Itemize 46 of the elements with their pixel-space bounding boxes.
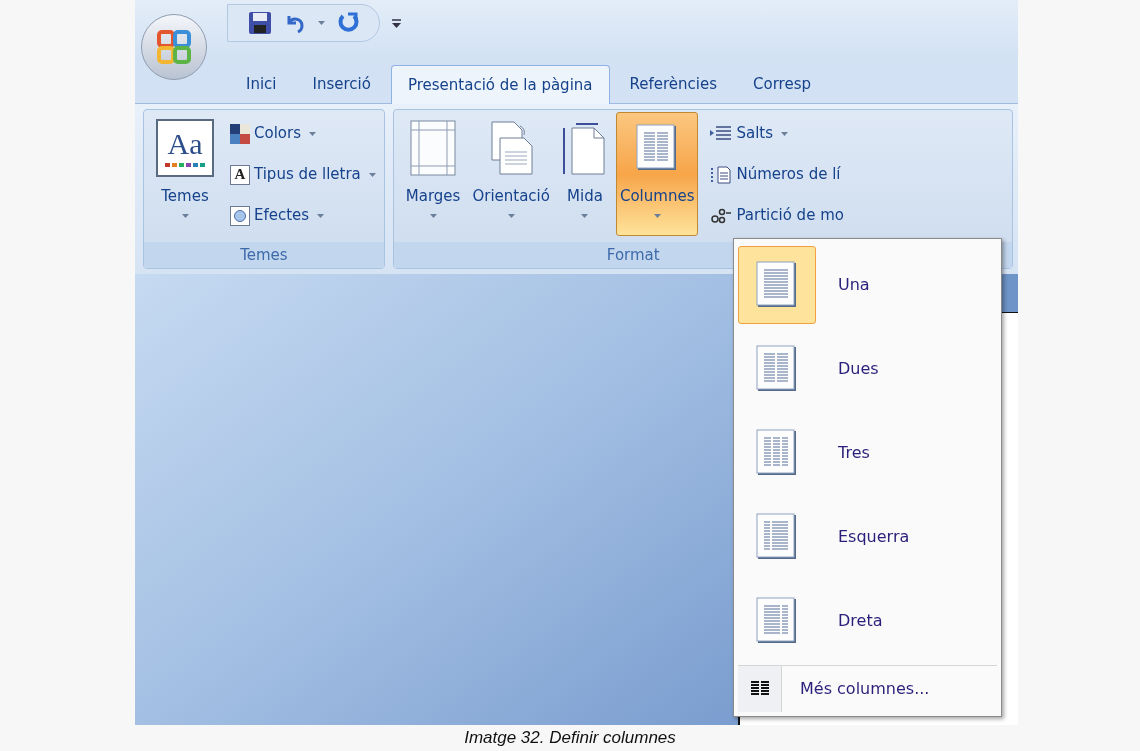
small-ribbon-button[interactable]: Efectes: [230, 198, 376, 233]
color-squares-icon: [230, 123, 250, 144]
page-break-icon: [710, 124, 733, 143]
small-ribbon-button[interactable]: A Tipus de lletra: [230, 157, 376, 192]
column-layout-icon: [756, 597, 798, 645]
columns-icon: [750, 681, 769, 697]
column-layout-icon: [636, 124, 679, 172]
large-ribbon-button[interactable]: Columnes: [615, 112, 699, 236]
redo-icon[interactable]: [337, 12, 359, 34]
caret-icon: [318, 21, 325, 25]
small-ribbon-button[interactable]: Salts: [710, 116, 844, 151]
small-ribbon-button[interactable]: Números de lí: [710, 157, 844, 192]
menu-item[interactable]: Dues: [738, 327, 997, 411]
office-logo-icon: [157, 30, 191, 64]
large-ribbon-button[interactable]: Marges: [401, 112, 465, 236]
ribbon-tab[interactable]: Inserció: [296, 65, 387, 103]
ribbon-tab[interactable]: Referències: [613, 65, 734, 103]
group-label: Format: [606, 244, 660, 266]
group-label: Temes: [240, 244, 288, 266]
page-size-icon: [561, 120, 608, 176]
column-layout-icon: [756, 429, 798, 477]
ribbon-tab[interactable]: Inici: [230, 65, 293, 103]
menu-item[interactable]: Esquerra: [738, 495, 997, 579]
ribbon-tab[interactable]: Presentació de la pàgina: [390, 65, 610, 104]
more-columns-menu-item[interactable]: Més columnes...: [782, 666, 997, 712]
column-layout-icon: [756, 513, 798, 561]
small-ribbon-button[interactable]: Colors: [230, 116, 376, 151]
save-icon[interactable]: [248, 11, 272, 35]
customize-toolbar-icon[interactable]: [392, 18, 401, 28]
hyphenation-icon: [710, 206, 733, 225]
menu-item[interactable]: Una: [738, 243, 997, 327]
large-ribbon-button[interactable]: Aa Temes: [152, 112, 218, 236]
figure-caption: Imatge 32. Definir columnes: [464, 727, 676, 749]
pages-icon: [488, 120, 535, 176]
font-icon: A: [230, 164, 250, 185]
column-layout-icon: [756, 345, 798, 393]
ribbon-tab[interactable]: Corresp: [737, 65, 827, 103]
line-numbers-icon: [710, 165, 733, 184]
menu-item[interactable]: Dreta: [738, 579, 997, 663]
large-ribbon-button[interactable]: Mida: [557, 112, 612, 236]
small-ribbon-button[interactable]: Partició de mo: [710, 198, 844, 233]
large-ribbon-button[interactable]: Orientació: [468, 112, 554, 236]
themes-icon: Aa: [156, 119, 214, 177]
page-margins-icon: [410, 120, 457, 176]
column-layout-icon: [756, 261, 798, 309]
menu-item[interactable]: Tres: [738, 411, 997, 495]
